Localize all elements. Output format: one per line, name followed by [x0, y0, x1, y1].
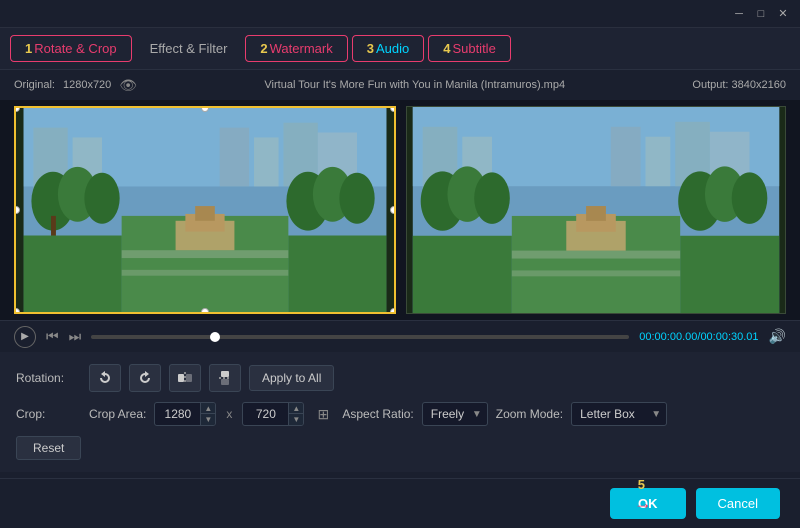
rotate-left-button[interactable]	[89, 364, 121, 392]
crop-area-label: Crop Area:	[89, 407, 146, 421]
x-separator: x	[226, 407, 232, 421]
cancel-button[interactable]: Cancel	[696, 488, 780, 519]
output-label: Output:	[692, 79, 728, 91]
tab-label-subtitle: Subtitle	[452, 41, 495, 56]
minimize-button[interactable]: ─	[730, 5, 748, 23]
tab-subtitle[interactable]: 4 Subtitle	[428, 35, 511, 62]
tab-effect-filter[interactable]: Effect & Filter	[136, 36, 242, 61]
tab-label-rotate: Rotate & Crop	[34, 41, 116, 56]
video-preview-right[interactable]	[406, 106, 786, 314]
close-button[interactable]: ✕	[774, 5, 792, 23]
rotation-row: Rotation: Apply to All	[16, 364, 784, 392]
tab-number-3: 3	[367, 41, 374, 56]
tab-label-audio: Audio	[376, 41, 409, 56]
tab-label-watermark: Watermark	[270, 41, 333, 56]
reset-button[interactable]: Reset	[16, 436, 81, 460]
current-time: 00:00:00.00	[639, 331, 697, 343]
crop-height-input[interactable]: ▲ ▼	[242, 402, 304, 426]
time-display: 00:00:00.00/00:00:30.01	[639, 331, 758, 343]
handle-bl[interactable]	[14, 308, 20, 314]
handle-bm[interactable]	[201, 308, 209, 314]
info-left: Original: 1280x720 👁	[14, 77, 137, 94]
original-resolution: 1280x720	[63, 79, 111, 91]
crop-height-spin: ▲ ▼	[288, 403, 303, 425]
total-time: 00:00:30.01	[700, 331, 758, 343]
tab-audio[interactable]: 3 Audio	[352, 35, 424, 62]
handle-mr[interactable]	[390, 206, 396, 214]
filename-label: Virtual Tour It's More Fun with You in M…	[264, 79, 565, 91]
next-frame-button[interactable]: ⏭	[69, 328, 82, 345]
apply-to-all-button[interactable]: Apply to All	[249, 365, 334, 391]
crop-width-spin: ▲ ▼	[200, 403, 215, 425]
crop-label: Crop:	[16, 407, 81, 421]
output-info: Output: 3840x2160	[692, 79, 786, 91]
volume-icon[interactable]: 🔊	[769, 328, 786, 345]
tab-label-effect: Effect & Filter	[150, 41, 228, 56]
crop-height-down[interactable]: ▼	[289, 414, 303, 425]
controls-panel: Rotation: Apply to All	[0, 352, 800, 472]
bottom-bar: OK Cancel	[0, 478, 800, 528]
aspect-ratio-select-wrap: Freely 16:9 4:3 1:1 ▼	[422, 402, 488, 426]
progress-bar[interactable]	[91, 335, 629, 339]
expand-icon[interactable]: ⊞	[312, 403, 334, 425]
handle-tr[interactable]	[390, 106, 396, 112]
tab-bar: 1 Rotate & Crop Effect & Filter 2 Waterm…	[0, 28, 800, 70]
flip-vertical-button[interactable]	[209, 364, 241, 392]
zoom-mode-label: Zoom Mode:	[496, 407, 563, 421]
aspect-ratio-select[interactable]: Freely 16:9 4:3 1:1	[422, 402, 488, 426]
tab-rotate-crop[interactable]: 1 Rotate & Crop	[10, 35, 132, 62]
video-inner-left	[16, 108, 394, 312]
step-5-arrow-icon: →	[634, 493, 652, 514]
info-bar: Original: 1280x720 👁 Virtual Tour It's M…	[0, 70, 800, 100]
crop-height-up[interactable]: ▲	[289, 403, 303, 414]
reset-row: Reset	[16, 436, 784, 460]
aspect-ratio-label: Aspect Ratio:	[342, 407, 413, 421]
video-area	[0, 100, 800, 320]
title-bar: ─ □ ✕	[0, 0, 800, 28]
step-number-5: 5	[638, 477, 645, 492]
tab-watermark[interactable]: 2 Watermark	[245, 35, 347, 62]
zoom-mode-select-wrap: Letter Box Pan & Scan Full ▼	[571, 402, 667, 426]
tab-number-1: 1	[25, 41, 32, 56]
tab-number-2: 2	[260, 41, 267, 56]
progress-handle[interactable]	[210, 332, 220, 342]
tab-number-4: 4	[443, 41, 450, 56]
flip-horizontal-button[interactable]	[169, 364, 201, 392]
maximize-button[interactable]: □	[752, 5, 770, 23]
rotate-right-button[interactable]	[129, 364, 161, 392]
crop-width-input[interactable]: ▲ ▼	[154, 402, 216, 426]
play-button[interactable]: ▶	[14, 326, 36, 348]
playback-bar: ▶ ⏮ ⏭ 00:00:00.00/00:00:30.01 🔊	[0, 320, 800, 352]
zoom-mode-select[interactable]: Letter Box Pan & Scan Full	[571, 402, 667, 426]
prev-frame-button[interactable]: ⏮	[46, 328, 59, 345]
crop-width-up[interactable]: ▲	[201, 403, 215, 414]
crop-width-down[interactable]: ▼	[201, 414, 215, 425]
original-label: Original:	[14, 79, 55, 91]
crop-row: Crop: Crop Area: ▲ ▼ x ▲ ▼ ⊞ Aspect Rati…	[16, 402, 784, 426]
video-preview-left[interactable]	[14, 106, 396, 314]
output-resolution: 3840x2160	[732, 79, 786, 91]
eye-icon[interactable]: 👁	[119, 77, 137, 94]
rotation-label: Rotation:	[16, 371, 81, 385]
handle-br[interactable]	[390, 308, 396, 314]
video-inner-right	[407, 107, 785, 313]
